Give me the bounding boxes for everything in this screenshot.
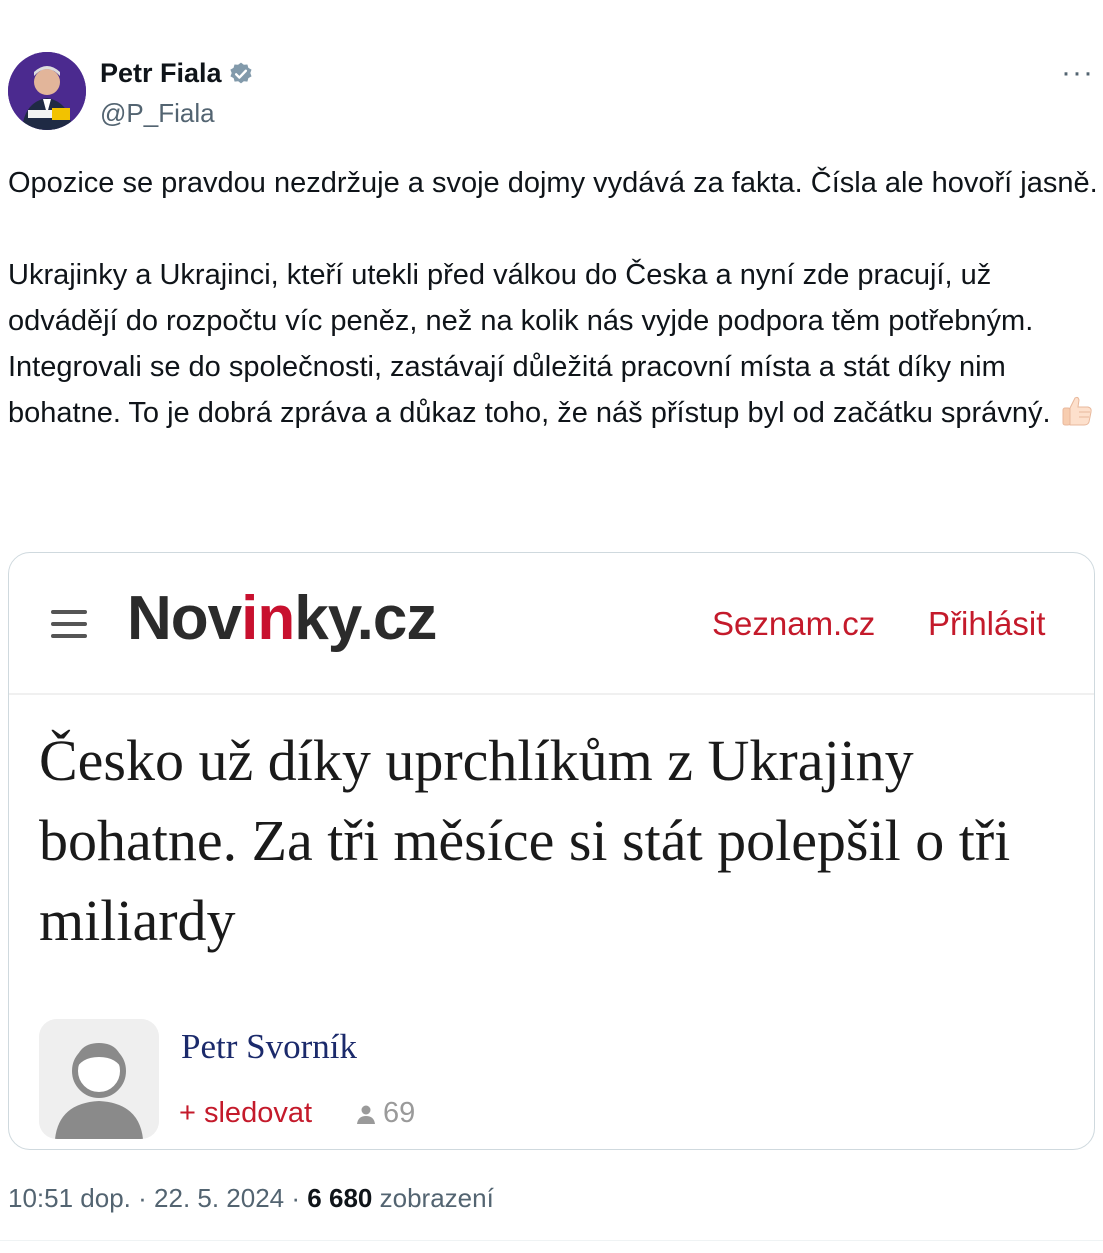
tweet-meta: 10:51 dop. · 22. 5. 2024 · 6 680 zobraze… bbox=[8, 1183, 494, 1214]
divider bbox=[0, 1240, 1103, 1241]
link-preview-card[interactable]: Novinky.cz Seznam.cz Přihlásit Česko už … bbox=[8, 552, 1095, 1150]
tweet-header: Petr Fiala @P_Fiala ··· bbox=[8, 52, 1098, 134]
author-avatar[interactable] bbox=[8, 52, 86, 130]
tweet-paragraph-text: Ukrajinky a Ukrajinci, kteří utekli před… bbox=[8, 259, 1051, 429]
followers-number: 69 bbox=[383, 1097, 416, 1129]
article-author-name[interactable]: Petr Svorník bbox=[181, 1027, 357, 1067]
site-header: Novinky.cz Seznam.cz Přihlásit bbox=[9, 553, 1094, 695]
meta-separator: · bbox=[291, 1183, 301, 1213]
author-handle[interactable]: @P_Fiala bbox=[100, 98, 215, 129]
tweet-date[interactable]: 22. 5. 2024 bbox=[154, 1183, 284, 1213]
views-count: 6 680 bbox=[307, 1183, 373, 1213]
thumbs-up-icon bbox=[1059, 392, 1095, 442]
article-headline[interactable]: Česko už díky uprchlíkům z Ukrajiny boha… bbox=[39, 721, 1069, 961]
meta-separator: · bbox=[138, 1183, 147, 1213]
menu-icon[interactable] bbox=[51, 610, 87, 638]
tweet-text: Opozice se pravdou nezdržuje a svoje doj… bbox=[8, 160, 1098, 442]
verified-badge-icon bbox=[229, 62, 252, 83]
article-author-avatar-icon bbox=[39, 1019, 159, 1139]
more-options-icon[interactable]: ··· bbox=[1061, 56, 1094, 90]
tweet-paragraph: Ukrajinky a Ukrajinci, kteří utekli před… bbox=[8, 252, 1098, 442]
person-icon bbox=[357, 1105, 375, 1124]
views-label: zobrazení bbox=[379, 1183, 494, 1213]
tweet-time[interactable]: 10:51 dop. bbox=[8, 1183, 131, 1213]
follow-button[interactable]: + sledovat bbox=[179, 1097, 312, 1130]
seznam-link[interactable]: Seznam.cz bbox=[712, 605, 875, 643]
login-link[interactable]: Přihlásit bbox=[928, 605, 1045, 643]
author-name-row: Petr Fiala bbox=[100, 58, 254, 89]
followers-count: 69 bbox=[355, 1097, 415, 1130]
tweet-paragraph: Opozice se pravdou nezdržuje a svoje doj… bbox=[8, 167, 1098, 199]
author-name[interactable]: Petr Fiala bbox=[100, 58, 222, 89]
site-logo[interactable]: Novinky.cz bbox=[127, 583, 437, 654]
